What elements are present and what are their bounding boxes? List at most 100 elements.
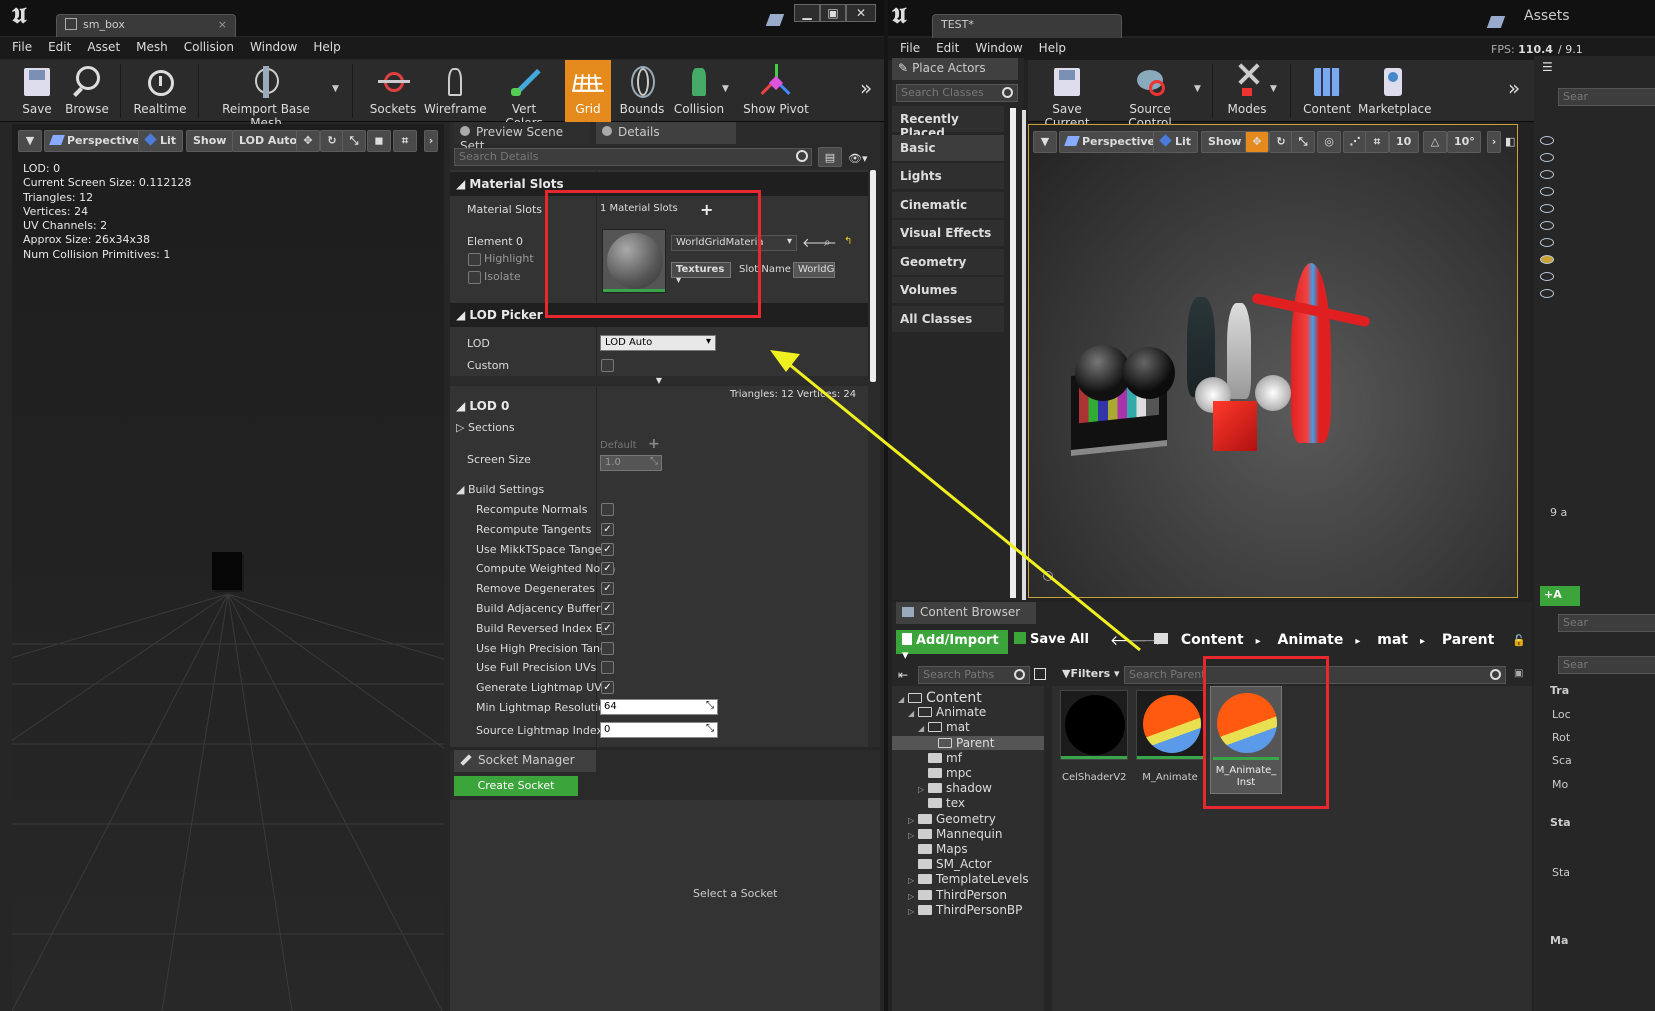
folder-tree-item[interactable]: tex bbox=[918, 796, 965, 810]
toolbar-overflow-icon[interactable]: » bbox=[1508, 76, 1520, 100]
realtime-button[interactable]: Realtime bbox=[130, 60, 190, 122]
expand-arrow-icon[interactable]: ◢ bbox=[908, 709, 918, 718]
show-button[interactable]: Show bbox=[186, 130, 234, 152]
expand-arrow-icon[interactable]: ▷ bbox=[908, 892, 918, 901]
build-setting-checkbox[interactable]: ✓ bbox=[601, 582, 614, 596]
filters-button[interactable]: ▼Filters ▾ bbox=[1062, 667, 1120, 680]
menu-mesh[interactable]: Mesh bbox=[128, 37, 176, 54]
breadcrumb-parent[interactable]: Parent bbox=[1442, 632, 1494, 648]
folder-tree-item[interactable]: ◢ mat bbox=[918, 720, 970, 734]
close-tab-icon[interactable]: × bbox=[218, 18, 227, 31]
camera-speed-icon[interactable]: ◼ bbox=[367, 130, 391, 152]
angle-snap-icon[interactable]: △ bbox=[1423, 131, 1447, 153]
visibility-eye-icon[interactable] bbox=[1540, 170, 1554, 179]
add-component-button[interactable]: +A bbox=[1540, 586, 1580, 606]
folder-tree-item[interactable]: Parent bbox=[892, 735, 1044, 750]
collision-dropdown-icon[interactable]: ▼ bbox=[722, 84, 729, 94]
folder-tree-item[interactable]: ◢ Content bbox=[898, 690, 982, 706]
breadcrumb-animate[interactable]: Animate bbox=[1278, 632, 1344, 648]
document-tab[interactable]: sm_box × bbox=[56, 14, 236, 38]
visibility-eye-icon[interactable] bbox=[1540, 221, 1554, 230]
menu-help[interactable]: Help bbox=[305, 37, 348, 54]
level-tab[interactable]: TEST* bbox=[932, 14, 1122, 38]
rotate-icon[interactable]: ↻ bbox=[1269, 131, 1293, 153]
modes-dropdown-icon[interactable]: ▼ bbox=[1270, 84, 1277, 94]
source-lightmap-input[interactable]: 0 ⤡ bbox=[600, 722, 718, 738]
visibility-eye-icon[interactable] bbox=[1540, 204, 1554, 213]
visibility-eye-icon[interactable] bbox=[1540, 187, 1554, 196]
lit-button[interactable]: Lit bbox=[138, 130, 184, 152]
class-category-item[interactable]: Lights bbox=[892, 163, 1004, 189]
visibility-eye-icon[interactable] bbox=[1540, 289, 1554, 298]
lod-auto-button[interactable]: LOD Auto bbox=[232, 130, 305, 152]
folder-tree-item[interactable]: ▷ TemplateLevels bbox=[908, 872, 1029, 886]
expand-advanced-icon[interactable]: ▼ bbox=[450, 376, 868, 386]
maximize-viewport-icon[interactable]: › bbox=[424, 130, 438, 152]
paths-view-icon[interactable] bbox=[1034, 668, 1046, 680]
strip-icon[interactable]: ☰ bbox=[1542, 60, 1553, 74]
asset-m-animate[interactable] bbox=[1136, 690, 1204, 760]
maximize-viewport-icon[interactable]: › bbox=[1487, 131, 1501, 153]
folder-tree-item[interactable]: mpc bbox=[918, 766, 972, 780]
collision-button[interactable]: Collision bbox=[672, 60, 726, 122]
menu-help[interactable]: Help bbox=[1031, 38, 1074, 55]
viewport-options-button[interactable]: ▼ bbox=[1033, 131, 1057, 153]
grid-size-button[interactable]: 10 bbox=[1389, 131, 1419, 153]
folder-tree-item[interactable]: Maps bbox=[908, 842, 968, 856]
row-build-settings[interactable]: ◢ Build Settings bbox=[450, 480, 868, 500]
expand-arrow-icon[interactable]: ◢ bbox=[918, 724, 928, 733]
translate-icon[interactable]: ✥ bbox=[1245, 131, 1269, 153]
content-button[interactable]: Content bbox=[1300, 60, 1354, 122]
collapse-sources-icon[interactable]: ⇤ bbox=[898, 668, 908, 682]
highlight-checkbox[interactable] bbox=[468, 253, 481, 266]
browse-material-icon[interactable]: ⌕ bbox=[824, 235, 831, 250]
minimize-button[interactable]: ▁ bbox=[794, 4, 820, 22]
build-setting-checkbox[interactable]: ✓ bbox=[601, 621, 614, 635]
maximize-button[interactable]: ▣ bbox=[820, 4, 846, 22]
build-setting-checkbox[interactable] bbox=[601, 661, 614, 675]
asset-celshaderv2[interactable] bbox=[1060, 690, 1128, 760]
place-actors-scrollbar[interactable] bbox=[1010, 108, 1016, 598]
expand-arrow-icon[interactable]: ▷ bbox=[908, 816, 918, 825]
reimport-dropdown-icon[interactable]: ▼ bbox=[332, 84, 339, 94]
help-icon[interactable] bbox=[1486, 16, 1506, 28]
min-lightmap-input[interactable]: 64 ⤡ bbox=[600, 699, 718, 715]
browse-button[interactable]: Browse bbox=[62, 60, 112, 122]
class-category-item[interactable]: Volumes bbox=[892, 277, 1004, 303]
save-button[interactable]: Save bbox=[12, 60, 62, 122]
search-classes-input[interactable]: Search Classes bbox=[896, 84, 1018, 102]
isolate-checkbox[interactable] bbox=[468, 271, 481, 284]
folder-tree-item[interactable]: ◢ Animate bbox=[908, 705, 986, 719]
angle-size-button[interactable]: 10° bbox=[1447, 131, 1481, 153]
tab-place-actors[interactable]: ✎ Place Actors bbox=[892, 58, 1018, 80]
visibility-eye-icon[interactable] bbox=[1540, 153, 1554, 162]
world-local-icon[interactable]: ◎ bbox=[1317, 131, 1341, 153]
build-setting-checkbox[interactable] bbox=[601, 641, 614, 655]
menu-window[interactable]: Window bbox=[242, 37, 305, 54]
perspective-button[interactable]: Perspective bbox=[1059, 131, 1163, 153]
show-pivot-button[interactable]: Show Pivot bbox=[742, 60, 810, 122]
visibility-eye-icon[interactable]: 👁▾ bbox=[848, 152, 868, 165]
rotate-icon[interactable]: ↻ bbox=[320, 130, 344, 152]
sockets-button[interactable]: Sockets bbox=[366, 60, 420, 122]
perspective-button[interactable]: Perspective bbox=[44, 130, 148, 152]
row-sections[interactable]: ▷ Sections bbox=[450, 418, 868, 438]
folder-tree-item[interactable]: ▷ ThirdPersonBP bbox=[908, 903, 1022, 917]
breadcrumb-content[interactable]: Content bbox=[1181, 632, 1244, 648]
menu-window[interactable]: Window bbox=[967, 38, 1030, 55]
grid-button[interactable]: Grid bbox=[565, 60, 611, 122]
lit-button[interactable]: Lit bbox=[1153, 131, 1199, 153]
vert-colors-button[interactable]: Vert Colors bbox=[492, 60, 556, 130]
surface-snap-icon[interactable]: ⋰ bbox=[1343, 131, 1367, 153]
expand-arrow-icon[interactable]: ▷ bbox=[908, 831, 918, 840]
translate-icon[interactable]: ✥ bbox=[296, 130, 320, 152]
tab-socket-manager[interactable]: Socket Manager bbox=[454, 750, 596, 772]
menu-asset[interactable]: Asset bbox=[79, 37, 128, 54]
menu-edit[interactable]: Edit bbox=[928, 38, 967, 55]
reimport-base-mesh-button[interactable]: Reimport Base Mesh bbox=[210, 60, 322, 130]
class-category-item[interactable]: All Classes bbox=[892, 305, 1004, 332]
source-control-dropdown-icon[interactable]: ▼ bbox=[1194, 84, 1201, 94]
menu-edit[interactable]: Edit bbox=[40, 37, 79, 54]
expand-arrow-icon[interactable]: ▷ bbox=[908, 907, 918, 916]
viewport-close-icon[interactable]: ◧ bbox=[1505, 135, 1515, 148]
